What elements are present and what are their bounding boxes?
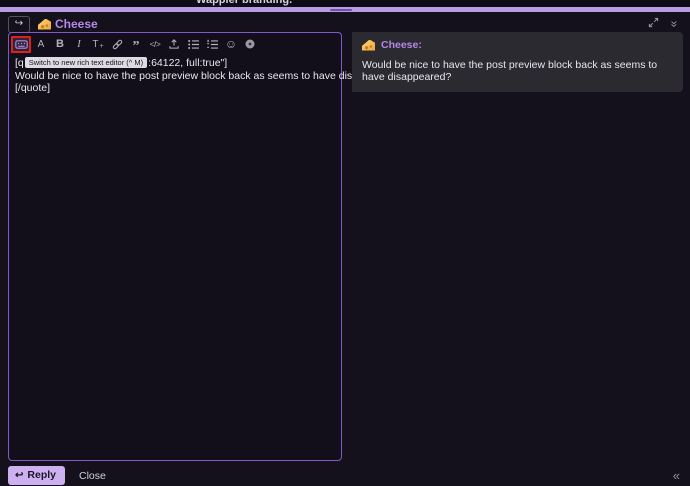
reply-arrow-icon: ↩ bbox=[15, 470, 23, 481]
editor-line-2: Would be nice to have the post preview b… bbox=[15, 70, 335, 83]
upload-icon bbox=[168, 38, 180, 50]
editor-panel: A B I T+ bbox=[8, 32, 342, 461]
quote-title-row: Cheese: bbox=[362, 39, 673, 51]
text-size-icon: T bbox=[92, 39, 98, 50]
reply-button-label: Reply bbox=[27, 469, 56, 481]
letter-a-icon: A bbox=[38, 39, 45, 50]
editor-line-1: [qSwitch to new rich text editor (^ M):6… bbox=[15, 57, 335, 70]
composer-footer: ↩ Reply Close bbox=[8, 465, 106, 486]
italic-icon: I bbox=[77, 38, 81, 50]
quote-icon: ” bbox=[133, 39, 140, 55]
composer-textarea[interactable]: [qSwitch to new rich text editor (^ M):6… bbox=[10, 54, 340, 459]
quoted-post-block: Cheese: Would be nice to have the post p… bbox=[352, 32, 683, 92]
code-button[interactable]: </> bbox=[146, 36, 164, 52]
bold-icon: B bbox=[56, 38, 64, 50]
background-topic-title: Wappler branding. bbox=[196, 0, 292, 6]
share-arrow-icon: ↪ bbox=[15, 17, 23, 31]
quote-author: Cheese: bbox=[381, 39, 422, 51]
upload-button[interactable] bbox=[165, 36, 183, 52]
keyboard-icon bbox=[15, 39, 28, 50]
double-chevron-left-icon: « bbox=[673, 468, 680, 483]
text-color-button[interactable]: A bbox=[32, 36, 50, 52]
circle-dot-icon bbox=[244, 38, 256, 50]
double-chevron-down-icon: » bbox=[668, 21, 682, 28]
preview-panel: Cheese: Would be nice to have the post p… bbox=[352, 32, 683, 92]
link-icon bbox=[111, 38, 124, 51]
composer-header: ↪ Cheese » bbox=[8, 15, 684, 33]
composer-toggle-button[interactable] bbox=[11, 36, 31, 53]
cheese-emoji-icon bbox=[38, 19, 51, 30]
options-button[interactable] bbox=[241, 36, 259, 52]
collapse-composer-button[interactable]: » bbox=[665, 17, 684, 31]
bulleted-list-button[interactable] bbox=[184, 36, 202, 52]
quote-body-text: Would be nice to have the post preview b… bbox=[362, 59, 673, 83]
bold-button[interactable]: B bbox=[51, 36, 69, 52]
reply-indicator-button[interactable]: ↪ bbox=[8, 16, 30, 33]
expand-diagonal-icon bbox=[648, 19, 659, 31]
code-icon: </> bbox=[150, 39, 161, 49]
numbered-list-button[interactable] bbox=[203, 36, 221, 52]
screen: Wappler branding. ↪ Cheese » bbox=[0, 0, 690, 486]
insert-link-button[interactable] bbox=[108, 36, 126, 52]
cheese-emoji-icon bbox=[362, 40, 375, 51]
background-page-strip: Wappler branding. bbox=[0, 0, 690, 7]
grippie-handle-icon bbox=[330, 9, 352, 11]
composer-panel: ↪ Cheese » bbox=[0, 12, 690, 486]
text-size-button[interactable]: T+ bbox=[89, 36, 107, 52]
toggle-fullscreen-button[interactable] bbox=[642, 17, 665, 31]
italic-button[interactable]: I bbox=[70, 36, 88, 52]
composer-topic-title-link[interactable]: Cheese bbox=[55, 17, 98, 31]
reply-button[interactable]: ↩ Reply bbox=[8, 466, 65, 485]
list-ol-icon bbox=[206, 39, 219, 50]
editor-toolbar: A B I T+ bbox=[9, 33, 341, 53]
blockquote-button[interactable]: ” bbox=[127, 36, 145, 52]
editor-line-3: [/quote] bbox=[15, 82, 335, 95]
close-button[interactable]: Close bbox=[79, 470, 106, 482]
smiley-icon: ☺ bbox=[225, 37, 237, 51]
list-ul-icon bbox=[187, 39, 200, 50]
toggle-preview-button[interactable]: « bbox=[673, 468, 680, 483]
editor-tooltip: Switch to new rich text editor (^ M) bbox=[25, 57, 147, 68]
emoji-button[interactable]: ☺ bbox=[222, 36, 240, 52]
